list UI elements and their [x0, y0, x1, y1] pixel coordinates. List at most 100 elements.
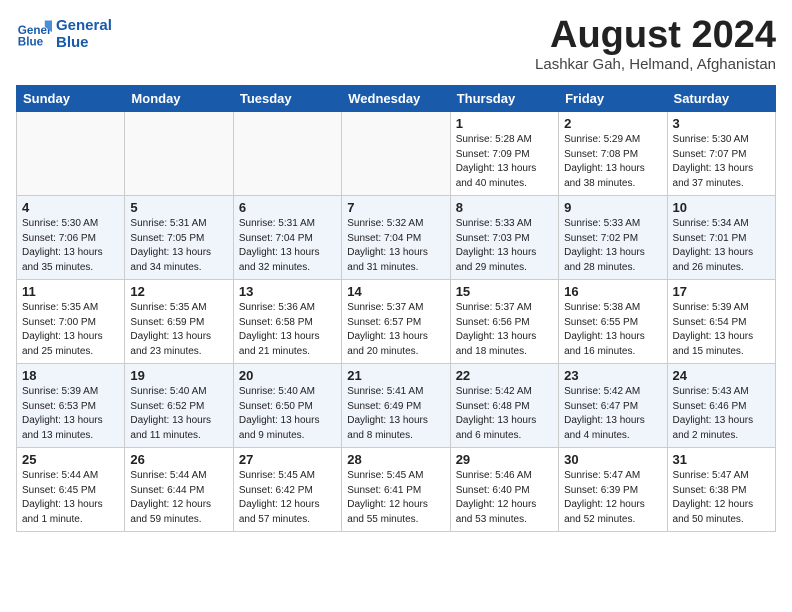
calendar-day-cell: 1 Sunrise: 5:28 AM Sunset: 7:09 PM Daylig…: [450, 112, 558, 196]
calendar-weekday-monday: Monday: [125, 86, 233, 112]
day-number: 18: [22, 368, 119, 383]
calendar-day-cell: 29 Sunrise: 5:46 AM Sunset: 6:40 PM Dayli…: [450, 448, 558, 532]
day-number: 6: [239, 200, 336, 215]
calendar-weekday-saturday: Saturday: [667, 86, 775, 112]
day-number: 26: [130, 452, 227, 467]
calendar-day-cell: [17, 112, 125, 196]
logo: General Blue General Blue: [16, 16, 112, 52]
day-info: Sunrise: 5:34 AM Sunset: 7:01 PM Dayligh…: [673, 217, 770, 275]
calendar-weekday-friday: Friday: [559, 86, 667, 112]
day-info: Sunrise: 5:32 AM Sunset: 7:04 PM Dayligh…: [347, 217, 444, 275]
day-info: Sunrise: 5:28 AM Sunset: 7:09 PM Dayligh…: [456, 133, 553, 191]
calendar-day-cell: 12 Sunrise: 5:35 AM Sunset: 6:59 PM Dayli…: [125, 280, 233, 364]
day-number: 5: [130, 200, 227, 215]
calendar-header-row: SundayMondayTuesdayWednesdayThursdayFrid…: [17, 86, 776, 112]
day-number: 25: [22, 452, 119, 467]
day-number: 9: [564, 200, 661, 215]
title-block: August 2024 Lashkar Gah, Helmand, Afghan…: [535, 16, 776, 73]
calendar-week-row: 1 Sunrise: 5:28 AM Sunset: 7:09 PM Daylig…: [17, 112, 776, 196]
day-info: Sunrise: 5:35 AM Sunset: 6:59 PM Dayligh…: [130, 301, 227, 359]
day-info: Sunrise: 5:36 AM Sunset: 6:58 PM Dayligh…: [239, 301, 336, 359]
day-number: 1: [456, 116, 553, 131]
calendar-day-cell: 27 Sunrise: 5:45 AM Sunset: 6:42 PM Dayli…: [233, 448, 341, 532]
calendar-day-cell: 28 Sunrise: 5:45 AM Sunset: 6:41 PM Dayli…: [342, 448, 450, 532]
calendar-week-row: 11 Sunrise: 5:35 AM Sunset: 7:00 PM Dayli…: [17, 280, 776, 364]
day-info: Sunrise: 5:38 AM Sunset: 6:55 PM Dayligh…: [564, 301, 661, 359]
day-number: 22: [456, 368, 553, 383]
day-number: 20: [239, 368, 336, 383]
calendar-week-row: 25 Sunrise: 5:44 AM Sunset: 6:45 PM Dayli…: [17, 448, 776, 532]
calendar-day-cell: 10 Sunrise: 5:34 AM Sunset: 7:01 PM Dayli…: [667, 196, 775, 280]
day-number: 28: [347, 452, 444, 467]
calendar-day-cell: 2 Sunrise: 5:29 AM Sunset: 7:08 PM Daylig…: [559, 112, 667, 196]
calendar-day-cell: 25 Sunrise: 5:44 AM Sunset: 6:45 PM Dayli…: [17, 448, 125, 532]
calendar-weekday-thursday: Thursday: [450, 86, 558, 112]
day-info: Sunrise: 5:45 AM Sunset: 6:42 PM Dayligh…: [239, 469, 336, 527]
calendar-day-cell: 15 Sunrise: 5:37 AM Sunset: 6:56 PM Dayli…: [450, 280, 558, 364]
day-number: 27: [239, 452, 336, 467]
day-info: Sunrise: 5:40 AM Sunset: 6:52 PM Dayligh…: [130, 385, 227, 443]
calendar-day-cell: 14Sunrise: 5:37 AM Sunset: 6:57 PM Dayli…: [342, 280, 450, 364]
calendar-day-cell: 31Sunrise: 5:47 AM Sunset: 6:38 PM Dayli…: [667, 448, 775, 532]
logo-text: General Blue: [56, 17, 112, 51]
day-number: 12: [130, 284, 227, 299]
calendar-day-cell: 5 Sunrise: 5:31 AM Sunset: 7:05 PM Daylig…: [125, 196, 233, 280]
day-number: 7: [347, 200, 444, 215]
day-number: 29: [456, 452, 553, 467]
location-subtitle: Lashkar Gah, Helmand, Afghanistan: [535, 56, 776, 73]
day-number: 24: [673, 368, 770, 383]
day-info: Sunrise: 5:45 AM Sunset: 6:41 PM Dayligh…: [347, 469, 444, 527]
day-info: Sunrise: 5:47 AM Sunset: 6:39 PM Dayligh…: [564, 469, 661, 527]
calendar-table: SundayMondayTuesdayWednesdayThursdayFrid…: [16, 85, 776, 532]
day-number: 17: [673, 284, 770, 299]
day-number: 11: [22, 284, 119, 299]
day-info: Sunrise: 5:35 AM Sunset: 7:00 PM Dayligh…: [22, 301, 119, 359]
calendar-week-row: 4Sunrise: 5:30 AM Sunset: 7:06 PM Daylig…: [17, 196, 776, 280]
calendar-day-cell: 18 Sunrise: 5:39 AM Sunset: 6:53 PM Dayli…: [17, 364, 125, 448]
day-info: Sunrise: 5:31 AM Sunset: 7:05 PM Dayligh…: [130, 217, 227, 275]
day-info: Sunrise: 5:46 AM Sunset: 6:40 PM Dayligh…: [456, 469, 553, 527]
day-info: Sunrise: 5:29 AM Sunset: 7:08 PM Dayligh…: [564, 133, 661, 191]
day-number: 10: [673, 200, 770, 215]
day-info: Sunrise: 5:31 AM Sunset: 7:04 PM Dayligh…: [239, 217, 336, 275]
day-number: 2: [564, 116, 661, 131]
day-info: Sunrise: 5:39 AM Sunset: 6:53 PM Dayligh…: [22, 385, 119, 443]
day-info: Sunrise: 5:42 AM Sunset: 6:47 PM Dayligh…: [564, 385, 661, 443]
calendar-day-cell: 21Sunrise: 5:41 AM Sunset: 6:49 PM Dayli…: [342, 364, 450, 448]
day-info: Sunrise: 5:39 AM Sunset: 6:54 PM Dayligh…: [673, 301, 770, 359]
day-info: Sunrise: 5:40 AM Sunset: 6:50 PM Dayligh…: [239, 385, 336, 443]
calendar-day-cell: 3 Sunrise: 5:30 AM Sunset: 7:07 PM Daylig…: [667, 112, 775, 196]
day-number: 23: [564, 368, 661, 383]
day-number: 3: [673, 116, 770, 131]
calendar-day-cell: 23 Sunrise: 5:42 AM Sunset: 6:47 PM Dayli…: [559, 364, 667, 448]
calendar-day-cell: 17 Sunrise: 5:39 AM Sunset: 6:54 PM Dayli…: [667, 280, 775, 364]
calendar-day-cell: 30 Sunrise: 5:47 AM Sunset: 6:39 PM Dayli…: [559, 448, 667, 532]
day-info: Sunrise: 5:44 AM Sunset: 6:45 PM Dayligh…: [22, 469, 119, 527]
day-info: Sunrise: 5:30 AM Sunset: 7:07 PM Dayligh…: [673, 133, 770, 191]
day-number: 15: [456, 284, 553, 299]
day-info: Sunrise: 5:30 AM Sunset: 7:06 PM Dayligh…: [22, 217, 119, 275]
calendar-day-cell: 4Sunrise: 5:30 AM Sunset: 7:06 PM Daylig…: [17, 196, 125, 280]
calendar-weekday-wednesday: Wednesday: [342, 86, 450, 112]
calendar-day-cell: 8Sunrise: 5:33 AM Sunset: 7:03 PM Daylig…: [450, 196, 558, 280]
day-number: 19: [130, 368, 227, 383]
day-number: 30: [564, 452, 661, 467]
calendar-week-row: 18 Sunrise: 5:39 AM Sunset: 6:53 PM Dayli…: [17, 364, 776, 448]
day-info: Sunrise: 5:44 AM Sunset: 6:44 PM Dayligh…: [130, 469, 227, 527]
calendar-day-cell: [342, 112, 450, 196]
calendar-day-cell: 6 Sunrise: 5:31 AM Sunset: 7:04 PM Daylig…: [233, 196, 341, 280]
month-title: August 2024: [535, 16, 776, 54]
calendar-day-cell: 11 Sunrise: 5:35 AM Sunset: 7:00 PM Dayli…: [17, 280, 125, 364]
day-info: Sunrise: 5:41 AM Sunset: 6:49 PM Dayligh…: [347, 385, 444, 443]
calendar-weekday-sunday: Sunday: [17, 86, 125, 112]
calendar-day-cell: 24Sunrise: 5:43 AM Sunset: 6:46 PM Dayli…: [667, 364, 775, 448]
calendar-day-cell: 13Sunrise: 5:36 AM Sunset: 6:58 PM Dayli…: [233, 280, 341, 364]
day-number: 31: [673, 452, 770, 467]
calendar-day-cell: 9Sunrise: 5:33 AM Sunset: 7:02 PM Daylig…: [559, 196, 667, 280]
calendar-day-cell: 19 Sunrise: 5:40 AM Sunset: 6:52 PM Dayli…: [125, 364, 233, 448]
day-info: Sunrise: 5:37 AM Sunset: 6:56 PM Dayligh…: [456, 301, 553, 359]
svg-text:Blue: Blue: [18, 36, 44, 49]
calendar-day-cell: 26 Sunrise: 5:44 AM Sunset: 6:44 PM Dayli…: [125, 448, 233, 532]
calendar-day-cell: 7 Sunrise: 5:32 AM Sunset: 7:04 PM Daylig…: [342, 196, 450, 280]
day-number: 16: [564, 284, 661, 299]
